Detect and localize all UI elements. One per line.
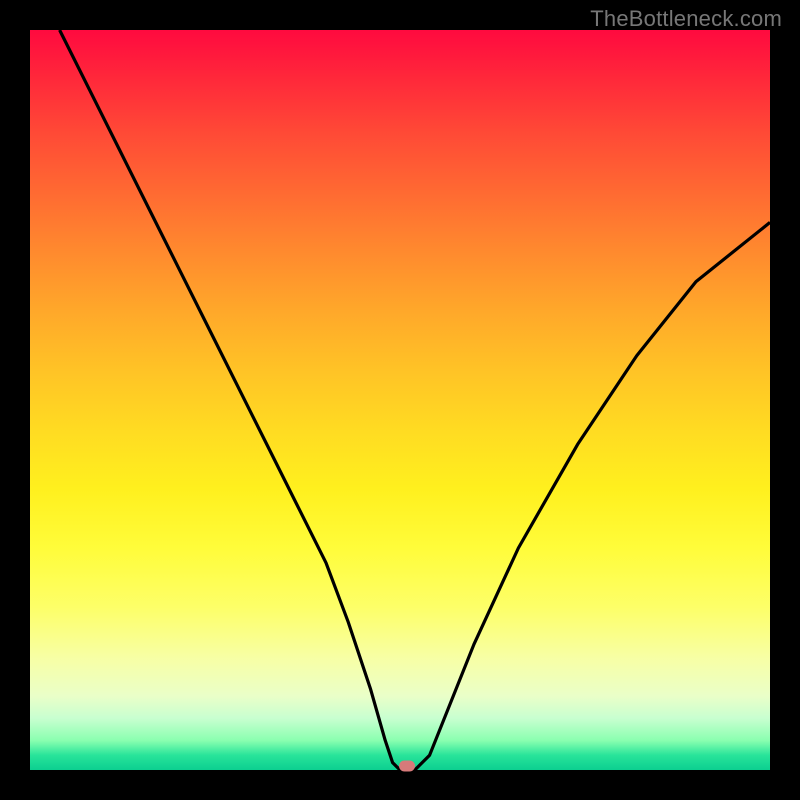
minimum-marker — [399, 761, 415, 772]
chart-frame: TheBottleneck.com — [0, 0, 800, 800]
curve-svg — [30, 30, 770, 770]
plot-area — [30, 30, 770, 770]
watermark-label: TheBottleneck.com — [590, 6, 782, 32]
bottleneck-curve-path — [60, 30, 770, 770]
